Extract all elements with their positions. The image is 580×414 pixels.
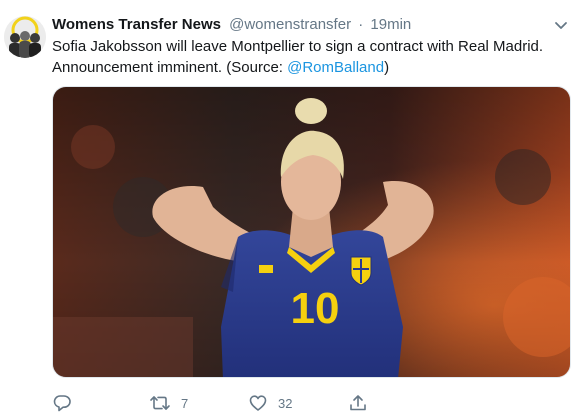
reply-icon	[53, 395, 71, 412]
chevron-down-icon[interactable]	[552, 16, 570, 34]
tweet-text: Sofia Jakobsson will leave Montpellier t…	[52, 36, 572, 78]
separator-dot: ·	[358, 16, 364, 33]
like-button[interactable]: 32	[248, 392, 292, 414]
tweet-actions: 7 32	[52, 392, 572, 414]
tweet-text-line-2: Announcement imminent. (Source: @RomBall…	[52, 57, 572, 78]
timestamp[interactable]: 19min	[370, 16, 411, 33]
reply-button[interactable]	[52, 392, 72, 414]
tweet-text-prefix: Announcement imminent. (Source:	[52, 59, 288, 76]
tweet-card[interactable]: Womens Transfer News @womenstransfer · 1…	[0, 0, 580, 414]
like-icon	[249, 395, 267, 411]
jersey-number: 10	[291, 284, 340, 333]
mention-link[interactable]: @RomBalland	[287, 59, 384, 76]
author-handle[interactable]: @womenstransfer	[229, 16, 351, 33]
share-button[interactable]	[348, 392, 368, 414]
tweet-text-line-1: Sofia Jakobsson will leave Montpellier t…	[52, 38, 544, 55]
author-name[interactable]: Womens Transfer News	[52, 16, 221, 33]
tweet-text-suffix: )	[384, 59, 390, 76]
like-count: 32	[278, 395, 293, 411]
retweet-button[interactable]: 7	[149, 392, 188, 414]
share-icon	[350, 395, 366, 411]
tweet-header: Womens Transfer News @womenstransfer · 1…	[52, 14, 550, 36]
avatar[interactable]	[4, 16, 46, 58]
player-photo: 10	[53, 87, 570, 377]
retweet-count: 7	[181, 395, 189, 411]
retweet-icon	[150, 396, 170, 410]
tweet-photo[interactable]: 10	[52, 86, 571, 378]
